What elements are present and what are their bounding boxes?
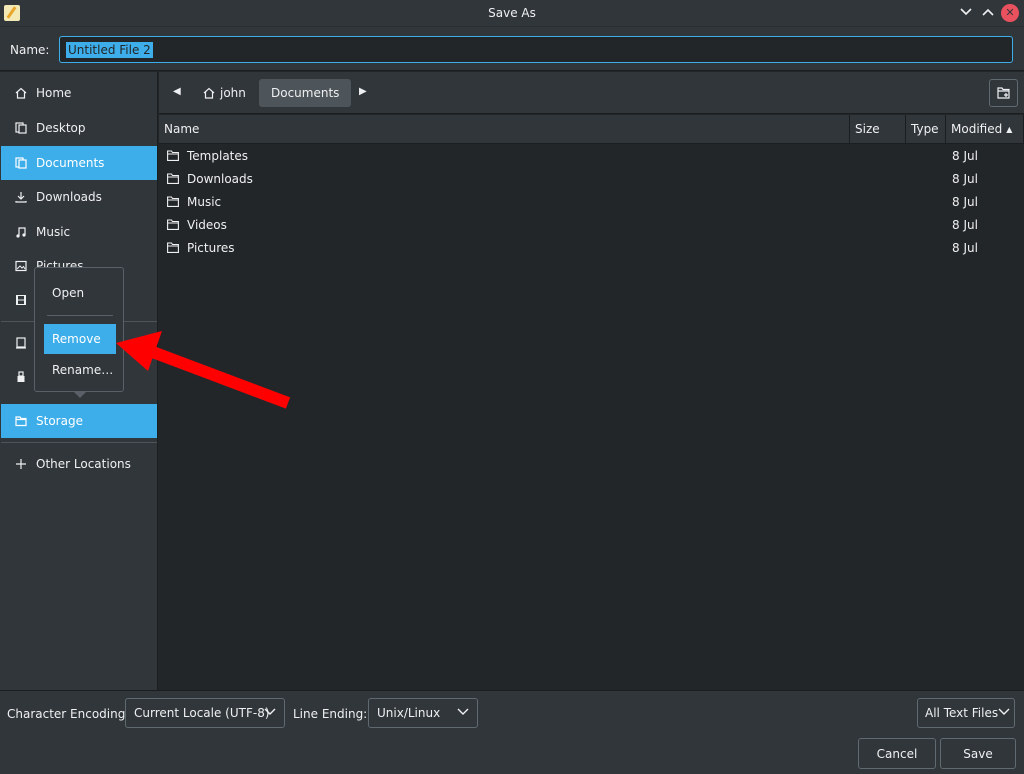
file-filter-select[interactable]: All Text Files [917, 698, 1015, 728]
column-header-modified[interactable]: Modified ▲ [946, 115, 1024, 144]
chevron-down-icon [264, 708, 276, 715]
folder-icon [167, 219, 179, 230]
context-menu-remove[interactable]: Remove [44, 324, 116, 354]
line-ending-select[interactable]: Unix/Linux [368, 698, 478, 728]
table-row[interactable]: Videos 8 Jul [159, 213, 1024, 236]
folder-icon [167, 173, 179, 184]
cancel-button[interactable]: Cancel [858, 738, 936, 769]
crumb-documents[interactable]: Documents [259, 79, 352, 107]
videos-icon [15, 294, 27, 306]
folder-icon [167, 242, 179, 253]
name-label: Name: [10, 43, 50, 57]
sidebar-separator [1, 442, 157, 443]
context-menu-rename[interactable]: Rename… [44, 355, 116, 385]
music-icon [15, 226, 27, 238]
chevron-down-icon [457, 708, 469, 715]
chevron-down-icon [998, 708, 1010, 715]
home-icon [203, 87, 215, 99]
save-button[interactable]: Save [940, 738, 1016, 769]
crumb-home[interactable]: john [191, 79, 258, 107]
line-ending-label: Line Ending: [293, 707, 368, 721]
folder-icon [167, 196, 179, 207]
context-menu-separator [47, 315, 113, 316]
context-menu-pointer [73, 391, 87, 398]
sidebar-item-documents[interactable]: Documents [1, 146, 157, 180]
table-row[interactable]: Music 8 Jul [159, 190, 1024, 213]
bottom-bar: Character Encoding: Current Locale (UTF-… [0, 690, 1024, 774]
window-title: Save As [488, 6, 536, 20]
filename-input[interactable]: Untitled File 2 [59, 36, 1013, 63]
usb-icon [15, 371, 27, 383]
sidebar-item-music[interactable]: Music [1, 215, 157, 249]
sidebar-item-desktop[interactable]: Desktop [1, 111, 157, 145]
pictures-icon [15, 260, 27, 272]
download-icon [15, 191, 27, 203]
folder-icon [15, 415, 27, 427]
table-row[interactable]: Templates 8 Jul [159, 144, 1024, 167]
desktop-icon [15, 122, 27, 134]
table-row[interactable]: Pictures 8 Jul [159, 236, 1024, 259]
character-encoding-select[interactable]: Current Locale (UTF-8) [125, 698, 285, 728]
path-back-arrow-icon[interactable]: ◀ [173, 86, 181, 97]
new-folder-icon [996, 87, 1010, 99]
annotation-arrow [116, 331, 291, 409]
path-forward-arrow-icon[interactable]: ▶ [359, 86, 367, 97]
close-icon[interactable]: ✕ [1001, 4, 1019, 22]
sidebar-item-downloads[interactable]: Downloads [1, 180, 157, 214]
column-header-size[interactable]: Size [850, 115, 906, 144]
context-menu-open[interactable]: Open [44, 278, 116, 308]
table-row[interactable]: Downloads 8 Jul [159, 167, 1024, 190]
title-bar: Save As ✕ [0, 0, 1024, 27]
character-encoding-label: Character Encoding: [7, 707, 130, 721]
filename-value: Untitled File 2 [66, 42, 153, 58]
sidebar-item-other-locations[interactable]: Other Locations [1, 447, 157, 481]
new-folder-button[interactable] [989, 79, 1018, 107]
sidebar-item-home[interactable]: Home [1, 76, 157, 110]
device-icon [15, 337, 27, 349]
maximize-chevron-icon[interactable] [979, 4, 997, 22]
minimize-chevron-icon[interactable] [957, 4, 975, 22]
home-icon [15, 87, 27, 99]
sort-ascending-icon: ▲ [1006, 124, 1013, 134]
plus-icon [15, 458, 27, 470]
folder-icon [167, 150, 179, 161]
column-header-type[interactable]: Type [906, 115, 946, 144]
column-header-name[interactable]: Name [159, 115, 850, 144]
documents-icon [15, 157, 27, 169]
name-row: Name: Untitled File 2 [0, 27, 1024, 71]
path-bar: ◀ john Documents ▶ [159, 72, 1024, 114]
